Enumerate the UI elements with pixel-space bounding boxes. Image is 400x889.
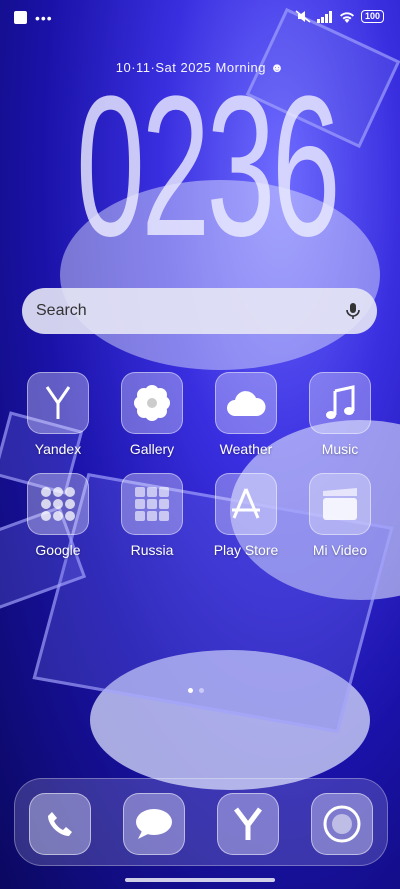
app-label: Music — [321, 441, 359, 457]
search-placeholder: Search — [36, 302, 87, 319]
app-music[interactable]: Music — [294, 372, 386, 457]
app-label: Mi Video — [312, 542, 368, 558]
app-label: Russia — [130, 542, 174, 558]
folder-russia[interactable]: Russia — [106, 473, 198, 558]
page-dot-active — [188, 688, 193, 693]
battery-icon: 100 — [360, 10, 384, 23]
app-label: Yandex — [34, 441, 82, 457]
search-bar[interactable]: Search — [22, 288, 377, 334]
folder-google[interactable]: Google — [12, 473, 104, 558]
wifi-icon — [339, 11, 354, 23]
cloud-icon — [215, 372, 277, 434]
more-notifications-icon: ••• — [35, 9, 53, 26]
app-mi-video[interactable]: Mi Video — [294, 473, 386, 558]
page-dot — [199, 688, 204, 693]
app-label: Google — [35, 542, 81, 558]
clock-widget[interactable]: 0236 — [76, 67, 341, 267]
yandex-y-icon — [27, 372, 89, 434]
app-play-store[interactable]: Play Store — [200, 473, 292, 558]
microphone-icon[interactable] — [343, 301, 363, 321]
app-gallery[interactable]: Gallery — [106, 372, 198, 457]
music-note-icon — [309, 372, 371, 434]
folder-grid-icon — [27, 473, 89, 535]
app-weather[interactable]: Weather — [200, 372, 292, 457]
app-label: Weather — [219, 441, 273, 457]
page-indicator — [188, 688, 204, 693]
notification-icon — [14, 11, 27, 24]
dock — [14, 778, 388, 866]
yandex-browser-icon[interactable] — [217, 793, 279, 855]
folder-grid-icon — [121, 473, 183, 535]
app-label: Play Store — [213, 542, 279, 558]
mute-vibrate-icon — [295, 10, 311, 23]
app-store-a-icon — [215, 473, 277, 535]
app-yandex[interactable]: Yandex — [12, 372, 104, 457]
cellular-signal-icon — [316, 10, 332, 23]
home-gesture-bar[interactable] — [125, 878, 275, 882]
camera-icon[interactable] — [311, 793, 373, 855]
message-bubble-icon[interactable] — [123, 793, 185, 855]
phone-icon[interactable] — [29, 793, 91, 855]
flower-icon — [121, 372, 183, 434]
status-bar: ••• 100 — [0, 0, 400, 36]
clapperboard-icon — [309, 473, 371, 535]
app-label: Gallery — [129, 441, 175, 457]
